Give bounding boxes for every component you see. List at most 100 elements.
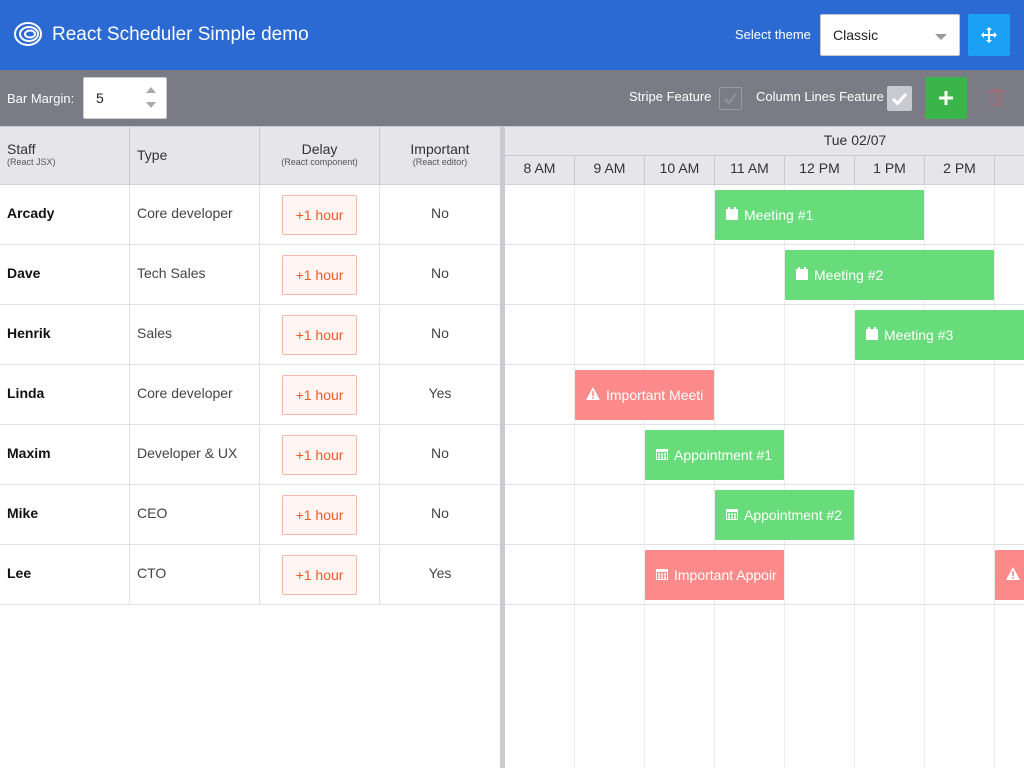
table-row[interactable]: Lee CTO +1 hour Yes (0, 545, 500, 605)
row-line (505, 244, 1024, 245)
table-row[interactable]: Linda Core developer +1 hour Yes (0, 365, 500, 425)
delay-button[interactable]: +1 hour (282, 495, 357, 535)
theme-select[interactable]: Classic (820, 14, 960, 56)
staff-name: Lee (0, 545, 130, 604)
spin-up-icon[interactable] (146, 87, 156, 93)
delay-button[interactable]: +1 hour (282, 315, 357, 355)
delay-cell: +1 hour (260, 245, 380, 304)
grid-header: Staff (React JSX) Type Delay (React comp… (0, 126, 500, 185)
warning-icon (1006, 550, 1020, 600)
stripe-feature-checkbox[interactable] (719, 87, 742, 110)
bar-margin-label: Bar Margin: (7, 91, 75, 106)
row-line (505, 424, 1024, 425)
table-row[interactable]: Mike CEO +1 hour No (0, 485, 500, 545)
column-header-important[interactable]: Important (React editor) (380, 127, 500, 185)
column-header-label: Staff (7, 141, 36, 157)
table-row[interactable]: Dave Tech Sales +1 hour No (0, 245, 500, 305)
staff-type: Core developer (130, 365, 260, 424)
staff-name: Henrik (0, 305, 130, 364)
important-cell[interactable]: No (380, 305, 500, 364)
theme-select-value: Classic (833, 27, 879, 43)
warning-icon (586, 370, 600, 420)
delay-cell: +1 hour (260, 185, 380, 244)
bar-margin-value: 5 (96, 90, 104, 106)
timeline-body[interactable]: Meeting #1 Meeting #2 Meeting #3 Important … (505, 185, 1024, 768)
event-bar[interactable] (995, 550, 1024, 600)
important-cell[interactable]: No (380, 245, 500, 304)
event-bar[interactable]: Appointment #2 (715, 490, 854, 540)
calendar-grid-icon (656, 550, 668, 600)
event-bar[interactable]: Important Appoir (645, 550, 784, 600)
event-bar[interactable]: Meeting #2 (785, 250, 994, 300)
grid-rows: Arcady Core developer +1 hour No Dave Te… (0, 185, 500, 605)
event-bar[interactable]: Meeting #1 (715, 190, 924, 240)
bar-margin-stepper[interactable]: 5 (83, 77, 167, 119)
add-event-button[interactable] (925, 77, 967, 119)
row-line (505, 364, 1024, 365)
event-label: Meeting #2 (814, 267, 884, 283)
important-cell[interactable]: Yes (380, 545, 500, 604)
staff-name: Dave (0, 245, 130, 304)
remove-event-button[interactable] (982, 83, 1010, 113)
event-bar[interactable]: Meeting #3 (855, 310, 1024, 360)
row-line (505, 484, 1024, 485)
important-cell[interactable]: No (380, 485, 500, 544)
app-header: React Scheduler Simple demo Select theme… (0, 0, 1024, 70)
table-row[interactable]: Arcady Core developer +1 hour No (0, 185, 500, 245)
hour-tick: 2 PM (925, 156, 995, 184)
important-cell[interactable]: No (380, 185, 500, 244)
chevron-down-icon (935, 34, 947, 40)
column-header-label: Type (137, 147, 168, 163)
timeline-header-date: Tue 02/07 (505, 126, 1024, 156)
table-row[interactable]: Maxim Developer & UX +1 hour No (0, 425, 500, 485)
important-cell[interactable]: Yes (380, 365, 500, 424)
delay-button[interactable]: +1 hour (282, 375, 357, 415)
row-line (505, 604, 1024, 605)
delay-button[interactable]: +1 hour (282, 255, 357, 295)
delay-button[interactable]: +1 hour (282, 435, 357, 475)
hour-tick: 11 AM (715, 156, 785, 184)
event-label: Meeting #3 (884, 327, 954, 343)
theme-label: Select theme (735, 27, 811, 42)
timeline-date: Tue 02/07 (823, 132, 887, 148)
plus-icon (939, 91, 953, 105)
event-label: Appointment #1 (674, 447, 773, 463)
stripe-feature-label: Stripe Feature (629, 89, 712, 104)
delay-cell: +1 hour (260, 425, 380, 484)
column-lines-feature-checkbox[interactable] (887, 86, 912, 111)
staff-type: Developer & UX (130, 425, 260, 484)
calendar-grid-icon (656, 430, 668, 480)
delay-button[interactable]: +1 hour (282, 195, 357, 235)
fullscreen-button[interactable] (968, 14, 1010, 56)
staff-type: Tech Sales (130, 245, 260, 304)
delay-cell: +1 hour (260, 485, 380, 544)
logo-icon (14, 22, 42, 46)
toolbar: Bar Margin: 5 Stripe Feature Column Line… (0, 70, 1024, 126)
check-icon (891, 92, 908, 106)
important-cell[interactable]: No (380, 425, 500, 484)
column-header-type[interactable]: Type (130, 127, 260, 185)
column-header-delay[interactable]: Delay (React component) (260, 127, 380, 185)
event-label: Meeting #1 (744, 207, 814, 223)
staff-type: Core developer (130, 185, 260, 244)
hour-tick: 12 PM (785, 156, 855, 184)
column-line (574, 185, 575, 768)
staff-type: Sales (130, 305, 260, 364)
hour-tick: 9 AM (575, 156, 645, 184)
spin-down-icon[interactable] (146, 102, 156, 108)
staff-name: Linda (0, 365, 130, 424)
check-icon (724, 93, 737, 105)
staff-type: CEO (130, 485, 260, 544)
staff-name: Arcady (0, 185, 130, 244)
column-header-label: Important (410, 141, 470, 157)
staff-type: CTO (130, 545, 260, 604)
timeline-header-hours: 8 AM 9 AM 10 AM 11 AM 12 PM 1 PM 2 PM 3 (505, 156, 1024, 185)
event-bar[interactable]: Important Meeti (575, 370, 714, 420)
delay-button[interactable]: +1 hour (282, 555, 357, 595)
delay-cell: +1 hour (260, 545, 380, 604)
column-header-staff[interactable]: Staff (React JSX) (0, 127, 130, 185)
event-bar[interactable]: Appointment #1 (645, 430, 784, 480)
calendar-icon (796, 250, 808, 300)
table-row[interactable]: Henrik Sales +1 hour No (0, 305, 500, 365)
column-header-sublabel: (React JSX) (7, 157, 56, 167)
